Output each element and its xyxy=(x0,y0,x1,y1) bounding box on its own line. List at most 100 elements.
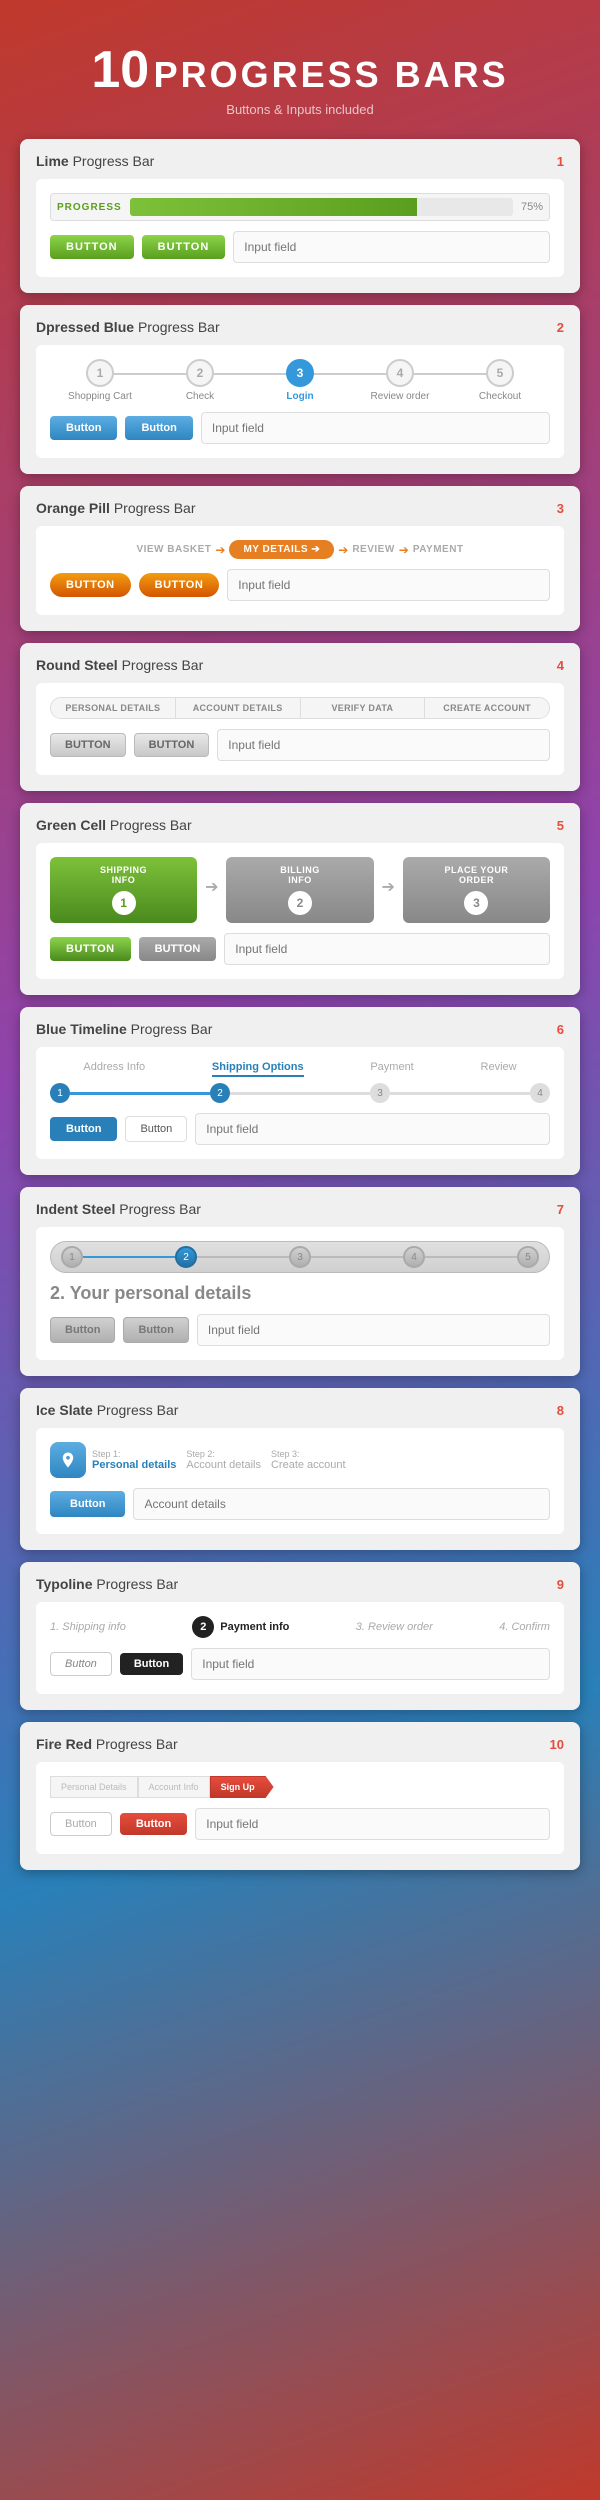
card-9-btn-row: Button Button xyxy=(50,1648,550,1680)
card-2-num: 2 xyxy=(557,320,564,335)
indent-line-3 xyxy=(311,1256,403,1258)
card-3-title-rest: Progress Bar xyxy=(114,500,196,516)
card-8-input[interactable] xyxy=(133,1488,550,1520)
card-4-btn1[interactable]: BUTTON xyxy=(50,733,126,757)
indent-dot-3: 3 xyxy=(289,1246,311,1268)
card-2-input[interactable] xyxy=(201,412,550,444)
card-5-title: Green Cell Progress Bar xyxy=(36,817,192,833)
cell-step-2: BILLING INFO 2 xyxy=(226,857,373,923)
card-8-title-bold: Ice Slate xyxy=(36,1402,93,1418)
card-5-btn2[interactable]: BUTTON xyxy=(139,937,217,961)
card-4-num: 4 xyxy=(557,658,564,673)
card-9-title-bold: Typoline xyxy=(36,1576,93,1592)
step-1: 1 Shopping Cart xyxy=(50,359,150,402)
header-num: 10 xyxy=(91,41,149,99)
card-indent-steel: Indent Steel Progress Bar 7 1 2 3 4 5 2.… xyxy=(20,1187,580,1376)
card-10-btn1[interactable]: Button xyxy=(50,1812,112,1836)
ice-step-1-num: Step 1: xyxy=(92,1449,176,1459)
card-1-btn1[interactable]: BUTTON xyxy=(50,235,134,259)
card-3-title: Orange Pill Progress Bar xyxy=(36,500,196,516)
card-7-btn1[interactable]: Button xyxy=(50,1317,115,1343)
card-6-header: Blue Timeline Progress Bar 6 xyxy=(36,1021,564,1037)
cell-arrow-1: ➔ xyxy=(205,857,218,897)
card-3-input[interactable] xyxy=(227,569,550,601)
ice-step-1-label: Personal details xyxy=(92,1459,176,1471)
pill-arrow-3: ➔ xyxy=(399,543,409,557)
card-6-num: 6 xyxy=(557,1022,564,1037)
card-1-title-bold: Lime xyxy=(36,153,69,169)
lime-bar-fill xyxy=(130,198,417,216)
card-5-header: Green Cell Progress Bar 5 xyxy=(36,817,564,833)
cell-box-1-title2: INFO xyxy=(56,875,191,885)
card-2-btn2[interactable]: Button xyxy=(125,416,192,440)
timeline-line-2 xyxy=(230,1092,370,1095)
ice-step-3: Step 3: Create account xyxy=(271,1442,346,1478)
cell-step-3: PLACE YOUR ORDER 3 xyxy=(403,857,550,923)
typo-step-4: 4. Confirm xyxy=(499,1621,550,1633)
card-7-title-bold: Indent Steel xyxy=(36,1201,115,1217)
card-5-input[interactable] xyxy=(224,933,550,965)
card-1-num: 1 xyxy=(557,154,564,169)
card-3-btn1[interactable]: BUTTON xyxy=(50,573,131,597)
cell-box-2: BILLING INFO 2 xyxy=(226,857,373,923)
card-10-title: Fire Red Progress Bar xyxy=(36,1736,178,1752)
card-2-title: Dpressed Blue Progress Bar xyxy=(36,319,220,335)
card-8-btn1[interactable]: Button xyxy=(50,1491,125,1517)
pill-arrow-2: ➔ xyxy=(338,543,348,557)
step-4: 4 Review order xyxy=(350,359,450,402)
card-1-btn2[interactable]: BUTTON xyxy=(142,235,226,259)
steel-step-3: VERIFY DATA xyxy=(301,698,426,718)
card-green-cell: Green Cell Progress Bar 5 SHIPPING INFO … xyxy=(20,803,580,995)
ice-step-2-label: Account details xyxy=(186,1459,261,1471)
card-6-inner: Address Info Shipping Options Payment Re… xyxy=(36,1047,564,1159)
lime-progress-label: PROGRESS xyxy=(57,202,122,213)
card-7-input[interactable] xyxy=(197,1314,550,1346)
card-3-btn2[interactable]: BUTTON xyxy=(139,573,220,597)
card-4-btn2[interactable]: BUTTON xyxy=(134,733,210,757)
card-4-btn-row: BUTTON BUTTON xyxy=(50,729,550,761)
card-2-btn-row: Button Button xyxy=(50,412,550,444)
card-blue-timeline: Blue Timeline Progress Bar 6 Address Inf… xyxy=(20,1007,580,1175)
card-2-btn1[interactable]: Button xyxy=(50,416,117,440)
card-9-btn1[interactable]: Button xyxy=(50,1652,112,1676)
card-6-btn1[interactable]: Button xyxy=(50,1117,117,1141)
card-6-input[interactable] xyxy=(195,1113,550,1145)
card-2-title-bold: Dpressed Blue xyxy=(36,319,134,335)
card-10-title-bold: Fire Red xyxy=(36,1736,92,1752)
cell-arrow-2: ➔ xyxy=(382,857,395,897)
steel-step-4: CREATE ACCOUNT xyxy=(425,698,549,718)
header-title: PROGRESS BARS xyxy=(154,54,509,95)
cell-circle-1: 1 xyxy=(112,891,136,915)
card-1-input[interactable] xyxy=(233,231,550,263)
ice-step-3-num: Step 3: xyxy=(271,1449,346,1459)
card-9-input[interactable] xyxy=(191,1648,550,1680)
cell-box-3-title2: ORDER xyxy=(409,875,544,885)
timeline-tab-3[interactable]: Payment xyxy=(370,1061,413,1077)
card-5-btn1[interactable]: BUTTON xyxy=(50,937,131,961)
card-4-input[interactable] xyxy=(217,729,550,761)
card-9-num: 9 xyxy=(557,1577,564,1592)
card-10-header: Fire Red Progress Bar 10 xyxy=(36,1736,564,1752)
card-5-inner: SHIPPING INFO 1 ➔ BILLING INFO 2 ➔ PLACE… xyxy=(36,843,564,979)
typo-step-1: 1. Shipping info xyxy=(50,1621,126,1633)
timeline-tab-1[interactable]: Address Info xyxy=(83,1061,145,1077)
card-fire-red: Fire Red Progress Bar 10 Personal Detail… xyxy=(20,1722,580,1870)
card-10-btn2[interactable]: Button xyxy=(120,1813,187,1835)
indent-dot-2: 2 xyxy=(175,1246,197,1268)
step-3: 3 Login xyxy=(250,359,350,402)
card-10-input[interactable] xyxy=(195,1808,550,1840)
card-6-btn2[interactable]: Button xyxy=(125,1116,187,1142)
timeline-tab-4[interactable]: Review xyxy=(481,1061,517,1077)
card-8-btn-row: Button xyxy=(50,1488,550,1520)
card-9-btn2[interactable]: Button xyxy=(120,1653,183,1675)
indent-line-1 xyxy=(83,1256,175,1258)
card-7-btn2[interactable]: Button xyxy=(123,1317,188,1343)
timeline-tab-2[interactable]: Shipping Options xyxy=(212,1061,304,1077)
card-9-title: Typoline Progress Bar xyxy=(36,1576,178,1592)
typo-step-3: 3. Review order xyxy=(356,1621,433,1633)
green-cell-steps: SHIPPING INFO 1 ➔ BILLING INFO 2 ➔ PLACE… xyxy=(50,857,550,923)
cell-box-3-title1: PLACE YOUR xyxy=(409,865,544,875)
timeline-line-1 xyxy=(70,1092,210,1095)
indent-subtitle: 2. Your personal details xyxy=(50,1283,550,1304)
card-4-inner: PERSONAL DETAILS ACCOUNT DETAILS VERIFY … xyxy=(36,683,564,775)
